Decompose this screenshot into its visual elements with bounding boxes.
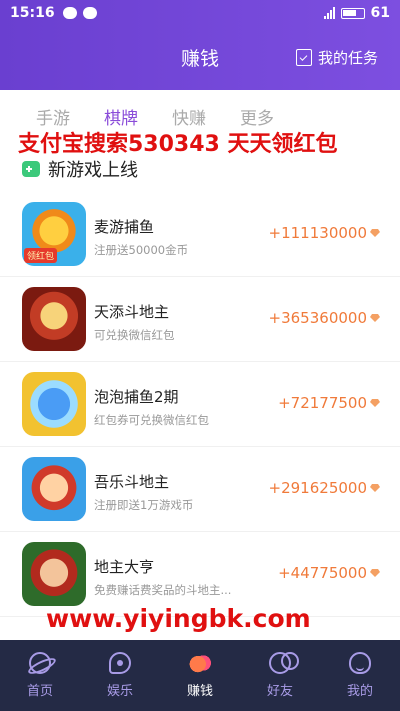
list-item[interactable]: 吾乐斗地主 注册即送1万游戏币 +291625000: [0, 447, 400, 532]
status-bar: 15:16 61: [0, 0, 400, 26]
my-tasks-button[interactable]: 我的任务: [295, 47, 378, 68]
game-icon-dizhu-daheng: [22, 542, 86, 606]
diamond-icon: [370, 569, 380, 577]
game-icon-wule-doudizhu: [22, 457, 86, 521]
game-name: 地主大亨: [94, 558, 155, 576]
signal-icon: [323, 7, 335, 19]
game-name: 泡泡捕鱼2期: [94, 388, 179, 406]
nav-label: 我的: [346, 684, 373, 699]
chat-bubble-icon: [109, 652, 131, 674]
message-icon: [62, 7, 77, 19]
game-name: 吾乐斗地主: [94, 473, 170, 491]
game-reward: +72177500: [278, 394, 367, 412]
game-name: 天添斗地主: [94, 303, 170, 321]
task-checklist-icon: [295, 49, 312, 66]
game-reward: +44775000: [278, 564, 367, 582]
game-desc: 注册送50000金币: [94, 243, 189, 257]
nav-label: 娱乐: [106, 684, 133, 699]
gamepad-icon: [22, 161, 40, 177]
diamond-icon: [370, 229, 380, 237]
game-reward: +365360000: [268, 309, 367, 327]
section-title: 新游戏上线: [48, 160, 138, 181]
status-time: 15:16: [10, 5, 55, 21]
diamond-icon: [370, 484, 380, 492]
game-icon-paopao-fishing: [22, 372, 86, 436]
page-header: 赚钱 我的任务: [0, 26, 400, 90]
battery-level: 61: [370, 5, 390, 21]
nav-entertainment[interactable]: 娱乐: [80, 640, 160, 711]
diamond-icon: [370, 399, 380, 407]
list-item[interactable]: 天添斗地主 可兑换微信红包 +365360000: [0, 277, 400, 362]
home-planet-icon: [29, 652, 51, 674]
game-desc: 注册即送1万游戏币: [94, 498, 194, 512]
game-icon-badge: 领红包: [24, 248, 58, 263]
diamond-icon: [370, 314, 380, 322]
game-desc: 免费赚话费奖品的斗地主...: [94, 583, 232, 597]
game-reward: +291625000: [268, 479, 367, 497]
game-icon-tiantian-doudizhu: [22, 287, 86, 351]
nav-home[interactable]: 首页: [0, 640, 80, 711]
game-desc: 可兑换微信红包: [94, 328, 175, 342]
game-reward: +111130000: [268, 224, 367, 242]
nav-profile[interactable]: 我的: [320, 640, 400, 711]
earn-icon: [189, 652, 211, 674]
game-icon-maiyou-fishing: 领红包: [22, 202, 86, 266]
nav-friends[interactable]: 好友: [240, 640, 320, 711]
game-list: 领红包 麦游捕鱼 注册送50000金币 +111130000 天添斗地主 可兑换…: [0, 192, 400, 617]
game-name: 麦游捕鱼: [94, 218, 155, 236]
wechat-icon: [82, 7, 97, 19]
nav-label: 好友: [266, 684, 293, 699]
promo-overlay-text: 支付宝搜索530343 天天领红包: [18, 132, 338, 157]
nav-label: 首页: [26, 684, 53, 699]
battery-icon: [340, 7, 365, 19]
bottom-navigation: 首页 娱乐 赚钱 好友 我的: [0, 640, 400, 711]
friends-icon: [269, 652, 299, 674]
section-header: 新游戏上线: [22, 156, 138, 182]
list-item[interactable]: 领红包 麦游捕鱼 注册送50000金币 +111130000: [0, 192, 400, 277]
nav-earn[interactable]: 赚钱: [160, 640, 240, 711]
game-desc: 红包券可兑换微信红包: [94, 413, 209, 427]
list-item[interactable]: 泡泡捕鱼2期 红包券可兑换微信红包 +72177500: [0, 362, 400, 447]
nav-label: 赚钱: [186, 684, 213, 699]
watermark-url: www.yiyingbk.com: [46, 604, 311, 633]
profile-icon: [349, 652, 371, 674]
my-tasks-label: 我的任务: [317, 49, 378, 67]
